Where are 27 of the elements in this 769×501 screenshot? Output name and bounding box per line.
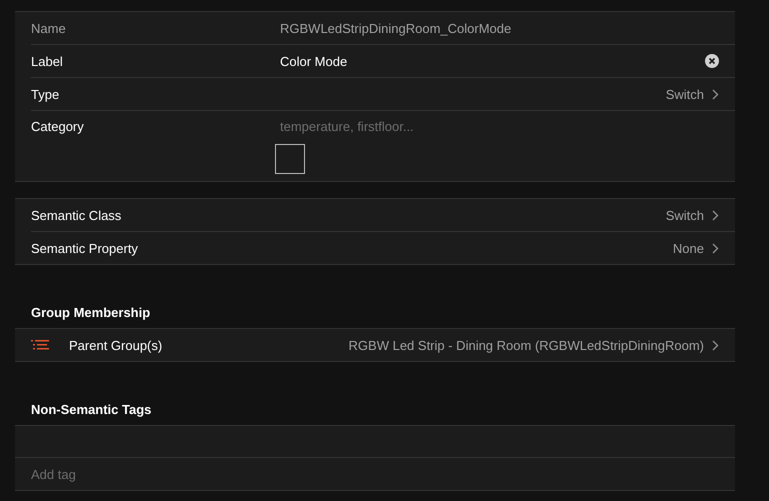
field-value: RGBW Led Strip - Dining Room (RGBWLedStripDiningRoom)	[348, 338, 704, 352]
section-heading: Non-Semantic Tags	[30, 401, 152, 419]
chevron-icon	[712, 242, 719, 254]
category-input[interactable]: temperature, firstfloor...	[280, 119, 719, 134]
chevron-icon	[712, 210, 719, 220]
field-label: Semantic Property	[31, 240, 139, 256]
field-label: Category	[31, 119, 85, 134]
field-label: Parent Group(s)	[69, 338, 162, 352]
link-row[interactable]: Semantic Class Switch	[31, 199, 735, 232]
field-label: Name	[31, 20, 67, 36]
field-value: None	[672, 240, 704, 256]
link-row[interactable]: Type Switch	[31, 78, 735, 111]
field-value: RGBWLedStripDiningRoom_ColorMode	[280, 20, 512, 36]
field-value: Switch	[666, 208, 704, 222]
link-row[interactable]: Semantic Property None	[31, 232, 735, 264]
field-label: Semantic Class	[31, 208, 122, 222]
label-input[interactable]: Color Mode	[280, 54, 705, 68]
chevron-icon	[712, 88, 719, 100]
field-label: Type	[31, 86, 60, 102]
group-row[interactable]: Parent Group(s) RGBW Led Strip - Dining Room (RGBWLedStripDiningRoom)	[15, 329, 735, 361]
chevron-icon	[712, 340, 719, 350]
color-swatch[interactable]	[275, 144, 305, 174]
clear-icon[interactable]	[705, 54, 719, 68]
field-value: Switch	[666, 86, 704, 102]
list-icon	[31, 340, 49, 350]
field-label: Label	[31, 54, 64, 68]
section-heading: Group Membership	[30, 304, 152, 322]
